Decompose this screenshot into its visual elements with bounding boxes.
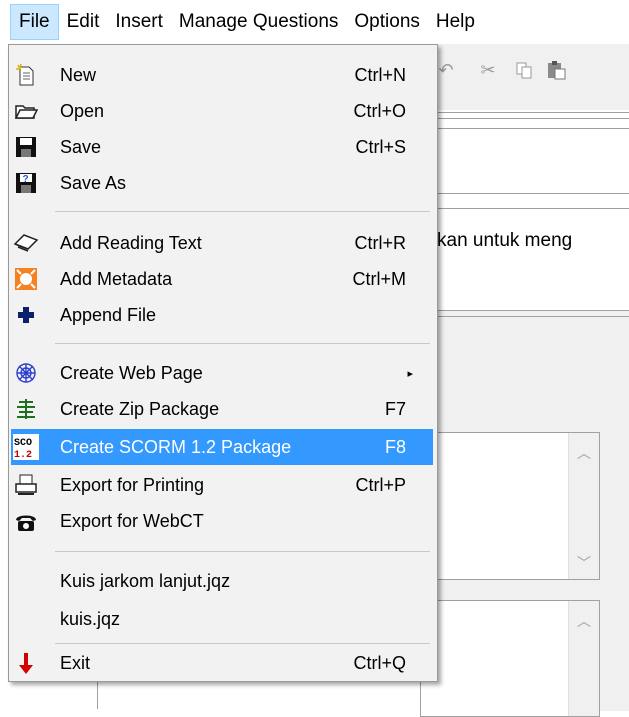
menu-item-create-scorm-package[interactable]: SCO 1.2 Create SCORM 1.2 Package F8 xyxy=(11,429,433,465)
menu-separator xyxy=(55,211,430,212)
menu-manage-questions[interactable]: Manage Questions xyxy=(171,4,347,40)
menu-item-append-file[interactable]: Append File xyxy=(11,297,433,333)
copy-icon[interactable] xyxy=(512,58,536,82)
toolbar: ↶ ✂ xyxy=(436,44,629,110)
menu-item-recent-file[interactable]: kuis.jqz xyxy=(11,601,433,637)
menu-item-export-for-printing[interactable]: Export for Printing Ctrl+P xyxy=(11,467,433,503)
menu-help[interactable]: Help xyxy=(428,4,483,40)
scrollbar[interactable]: ︿ ﹀ xyxy=(568,433,599,579)
cut-icon[interactable]: ✂ xyxy=(476,58,500,82)
paste-icon[interactable] xyxy=(544,58,568,82)
scroll-down-icon[interactable]: ﹀ xyxy=(577,553,591,573)
menu-options[interactable]: Options xyxy=(346,4,427,40)
scroll-up-icon[interactable]: ︿ xyxy=(577,611,591,631)
divider xyxy=(436,316,629,317)
new-file-icon xyxy=(13,62,39,88)
divider xyxy=(436,112,629,113)
svg-text:1.2: 1.2 xyxy=(14,450,32,460)
webct-icon xyxy=(13,508,39,534)
menu-item-add-reading-text[interactable]: Add Reading Text Ctrl+R xyxy=(11,225,433,261)
menu-item-recent-file[interactable]: Kuis jarkom lanjut.jqz xyxy=(11,563,433,599)
reading-text-icon xyxy=(13,230,39,256)
divider xyxy=(436,118,629,119)
menu-insert[interactable]: Insert xyxy=(107,4,171,40)
plus-icon xyxy=(13,302,39,328)
instructions-field[interactable] xyxy=(436,208,629,309)
menu-separator xyxy=(55,643,430,644)
menu-item-add-metadata[interactable]: Add Metadata Ctrl+M xyxy=(11,261,433,297)
instructions-text: kan untuk meng xyxy=(437,230,573,251)
svg-text:?: ? xyxy=(23,174,29,185)
svg-text:SCO: SCO xyxy=(14,438,32,449)
printer-icon xyxy=(13,472,39,498)
menu-item-exit[interactable]: Exit Ctrl+Q xyxy=(11,645,433,681)
web-page-icon xyxy=(13,360,39,386)
menu-separator xyxy=(55,343,430,344)
menu-item-export-for-webct[interactable]: Export for WebCT xyxy=(11,503,433,539)
file-menu-dropdown: New Ctrl+N Open Ctrl+O Save Ctrl+S ? Sav… xyxy=(8,44,438,682)
menu-edit[interactable]: Edit xyxy=(59,4,108,40)
save-icon xyxy=(13,134,39,160)
menu-item-new[interactable]: New Ctrl+N xyxy=(11,57,433,93)
question-text-box[interactable]: ︿ ﹀ xyxy=(420,432,600,580)
menu-bar: File Edit Insert Manage Questions Option… xyxy=(0,0,629,44)
title-field[interactable] xyxy=(436,128,629,194)
menu-item-open[interactable]: Open Ctrl+O xyxy=(11,93,433,129)
divider xyxy=(97,680,98,709)
scorm-icon: SCO 1.2 xyxy=(13,434,39,460)
answer-text-box[interactable]: ︿ xyxy=(420,600,600,717)
scroll-up-icon[interactable]: ︿ xyxy=(577,443,591,463)
scrollbar[interactable]: ︿ xyxy=(568,601,599,716)
menu-item-create-web-page[interactable]: Create Web Page ▸ xyxy=(11,355,433,391)
menu-item-create-zip-package[interactable]: Create Zip Package F7 xyxy=(11,391,433,427)
menu-item-save[interactable]: Save Ctrl+S xyxy=(11,129,433,165)
menu-separator xyxy=(55,551,430,552)
menu-file[interactable]: File xyxy=(10,4,59,40)
zip-package-icon xyxy=(13,396,39,422)
metadata-icon xyxy=(13,266,39,292)
save-as-icon: ? xyxy=(13,170,39,196)
menu-item-save-as[interactable]: ? Save As xyxy=(11,165,433,201)
open-folder-icon xyxy=(13,98,39,124)
submenu-arrow-icon: ▸ xyxy=(407,367,413,380)
exit-arrow-icon xyxy=(13,650,39,676)
